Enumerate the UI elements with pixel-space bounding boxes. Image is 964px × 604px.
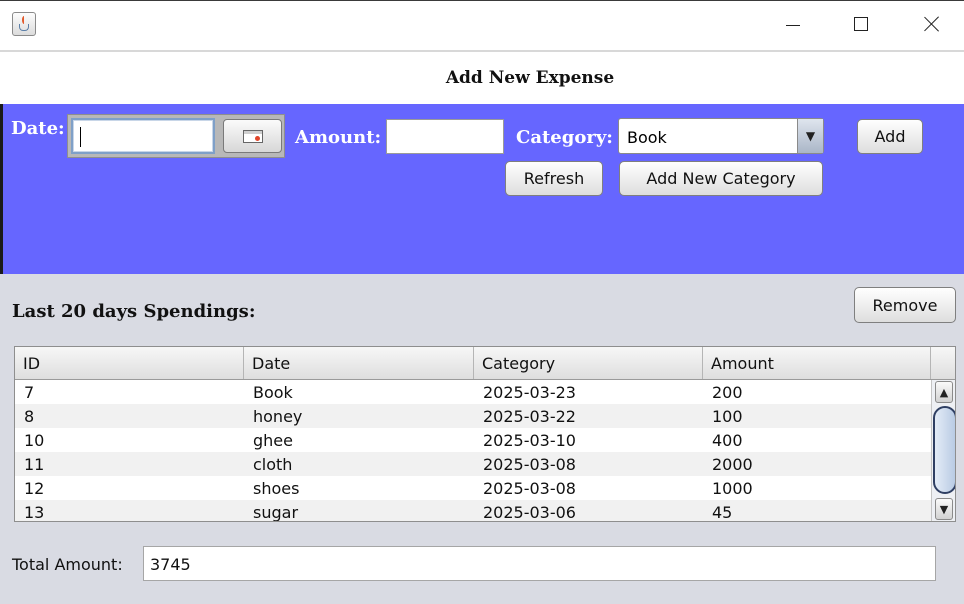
cell-amount: 2000	[712, 455, 753, 474]
category-label: Category:	[516, 127, 613, 148]
cell-date: Book	[253, 383, 293, 402]
maximize-button[interactable]	[838, 1, 884, 47]
table-row[interactable]: 13 sugar 2025-03-06 45	[15, 500, 931, 522]
category-select[interactable]: Book ▼	[618, 118, 824, 154]
scroll-down-icon[interactable]: ▼	[935, 498, 953, 520]
maximize-icon	[854, 17, 868, 31]
table-row[interactable]: 12 shoes 2025-03-08 1000	[15, 476, 931, 500]
cell-id: 11	[24, 455, 45, 474]
section-title: Last 20 days Spendings:	[12, 301, 256, 322]
remove-button[interactable]: Remove	[854, 287, 956, 323]
cell-category: 2025-03-22	[483, 407, 576, 426]
cell-id: 12	[24, 479, 45, 498]
scroll-thumb[interactable]	[933, 406, 955, 494]
vertical-scrollbar[interactable]: ▲ ▼	[931, 380, 955, 521]
table-row[interactable]: 8 honey 2025-03-22 100	[15, 404, 931, 428]
scroll-up-icon[interactable]: ▲	[935, 381, 953, 403]
date-picker	[67, 114, 285, 158]
cell-date: sugar	[253, 503, 299, 522]
close-button[interactable]	[909, 1, 955, 47]
cell-date: shoes	[253, 479, 300, 498]
cell-amount: 400	[712, 431, 743, 450]
column-header-amount[interactable]: Amount	[703, 347, 931, 379]
cell-id: 10	[24, 431, 45, 450]
amount-label: Amount:	[295, 127, 382, 148]
column-header-id[interactable]: ID	[15, 347, 244, 379]
title-bar	[0, 0, 964, 50]
minimize-icon	[786, 24, 800, 26]
cell-date: cloth	[253, 455, 293, 474]
cell-id: 8	[24, 407, 35, 426]
total-amount-label: Total Amount:	[12, 555, 123, 574]
cell-id: 7	[24, 383, 35, 402]
calendar-button[interactable]	[223, 119, 282, 153]
page-title: Add New Expense	[445, 68, 615, 88]
spendings-table: ID Date Category Amount 7 Book 2025-03-2…	[14, 346, 956, 522]
add-new-category-button[interactable]: Add New Category	[619, 161, 823, 196]
table-row[interactable]: 11 cloth 2025-03-08 2000	[15, 452, 931, 476]
cell-amount: 200	[712, 383, 743, 402]
add-button[interactable]: Add	[857, 119, 923, 154]
cell-amount: 45	[712, 503, 733, 522]
date-input[interactable]	[71, 118, 215, 154]
cell-date: honey	[253, 407, 303, 426]
amount-input[interactable]	[386, 119, 504, 154]
header: Add New Expense	[0, 52, 964, 104]
column-header-date[interactable]: Date	[244, 347, 474, 379]
minimize-button[interactable]	[770, 1, 816, 47]
cell-category: 2025-03-08	[483, 455, 576, 474]
cell-category: 2025-03-08	[483, 479, 576, 498]
java-coffee-cup-icon[interactable]	[12, 12, 36, 36]
cell-amount: 1000	[712, 479, 753, 498]
cell-amount: 100	[712, 407, 743, 426]
cell-category: 2025-03-23	[483, 383, 576, 402]
refresh-button[interactable]: Refresh	[505, 161, 603, 196]
cell-id: 13	[24, 503, 45, 522]
category-selected-value: Book	[627, 128, 667, 147]
dropdown-arrow-icon[interactable]: ▼	[797, 119, 823, 153]
table-row[interactable]: 7 Book 2025-03-23 200	[15, 380, 931, 404]
total-amount-field[interactable]: 3745	[143, 546, 936, 581]
cell-date: ghee	[253, 431, 293, 450]
table-header: ID Date Category Amount	[15, 347, 955, 380]
date-label: Date:	[11, 118, 65, 139]
table-row[interactable]: 10 ghee 2025-03-10 400	[15, 428, 931, 452]
cell-category: 2025-03-10	[483, 431, 576, 450]
table-body: 7 Book 2025-03-23 200 8 honey 2025-03-22…	[15, 380, 931, 522]
text-caret	[80, 127, 81, 147]
column-header-category[interactable]: Category	[474, 347, 703, 379]
calendar-icon	[242, 129, 263, 143]
close-icon	[924, 16, 940, 32]
cell-category: 2025-03-06	[483, 503, 576, 522]
